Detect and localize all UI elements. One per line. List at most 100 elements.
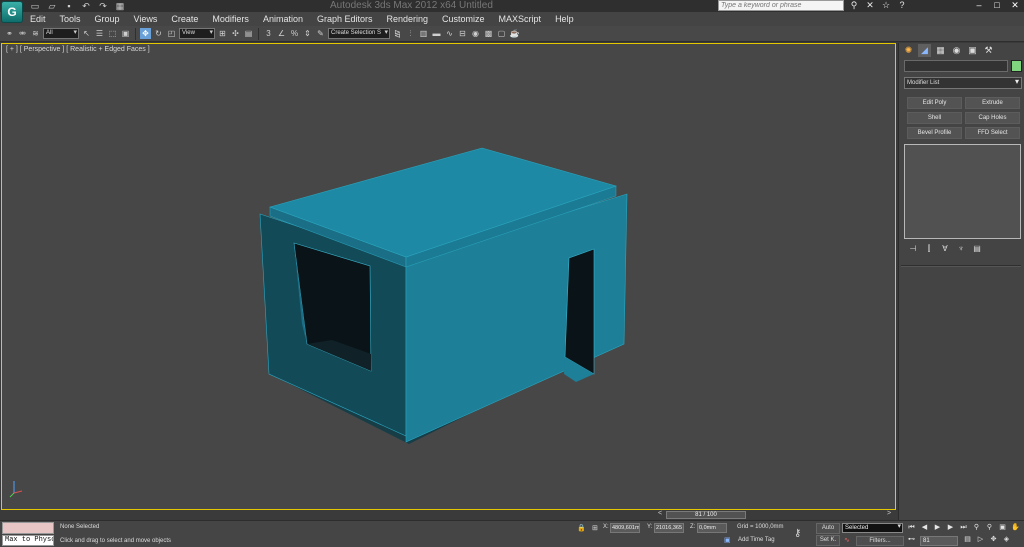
window-crossing-icon[interactable]: ▣ [120, 28, 131, 39]
link-icon[interactable]: ⚭ [4, 28, 15, 39]
maximize-viewport-icon[interactable]: ▣ [997, 523, 1008, 533]
time-slider-thumb[interactable]: 81 / 100 [666, 511, 746, 519]
select-move-icon[interactable]: ✥ [140, 28, 151, 39]
remove-modifier-icon[interactable]: ♆ [955, 243, 967, 254]
new-icon[interactable]: ▭ [28, 1, 42, 11]
app-logo[interactable]: G [1, 1, 23, 23]
maxscript-listener-output[interactable] [2, 522, 54, 534]
zoom-all-icon[interactable]: ⚲ [984, 523, 995, 533]
snaps-toggle-icon[interactable]: 3 [263, 28, 274, 39]
select-by-name-icon[interactable]: ☰ [94, 28, 105, 39]
next-frame-icon[interactable]: ▶ [945, 523, 956, 533]
edit-poly-button[interactable]: Edit Poly [907, 97, 962, 109]
key-mode-icon[interactable]: ⊷ [906, 535, 917, 545]
hierarchy-icon[interactable]: ▦ [934, 44, 947, 57]
z-coordinate-field[interactable]: 0,0mm [697, 523, 727, 533]
y-coordinate-field[interactable]: 21016,365 [654, 523, 684, 533]
open-icon[interactable]: ▱ [45, 1, 59, 11]
schematic-view-icon[interactable]: ⊟ [457, 28, 468, 39]
unlink-icon[interactable]: ⚮ [17, 28, 28, 39]
menu-edit[interactable]: Edit [30, 12, 46, 26]
current-frame-field[interactable]: 81 [920, 536, 958, 546]
render-setup-icon[interactable]: ▩ [483, 28, 494, 39]
time-slider[interactable]: < 81 / 100 > [657, 510, 897, 519]
percent-snap-icon[interactable]: % [289, 28, 300, 39]
create-icon[interactable]: ✺ [902, 44, 915, 57]
previous-frame-icon[interactable]: ◀ [919, 523, 930, 533]
maxscript-mini-listener[interactable]: Max to Physc [2, 535, 54, 546]
go-to-start-icon[interactable]: ⏮ [906, 523, 917, 533]
show-end-result-icon[interactable]: ⫿ [923, 243, 935, 254]
motion-icon[interactable]: ◉ [950, 44, 963, 57]
menu-create[interactable]: Create [171, 12, 198, 26]
menu-group[interactable]: Group [95, 12, 120, 26]
save-icon[interactable]: ▪ [62, 1, 76, 11]
pin-stack-icon[interactable]: ⊣ [907, 243, 919, 254]
viewport-general-menu[interactable]: [ + ] [6, 46, 18, 53]
x-coordinate-field[interactable]: 4809,601m [610, 523, 640, 533]
binoculars-icon[interactable]: ⚲ [848, 0, 860, 11]
zoom-icon[interactable]: ⚲ [971, 523, 982, 533]
next-frame-icon[interactable]: > [887, 510, 891, 517]
display-icon[interactable]: ▣ [966, 44, 979, 57]
close-button[interactable]: ✕ [1006, 0, 1024, 11]
graphite-ribbon-icon[interactable]: ▬ [431, 28, 442, 39]
maximize-toggle-icon[interactable]: ◈ [1001, 535, 1012, 545]
object-color-swatch[interactable] [1011, 60, 1022, 72]
modifier-list-select[interactable]: Modifier List [904, 77, 1022, 89]
cap-holes-button[interactable]: Cap Holes [965, 112, 1020, 124]
redo-icon[interactable]: ↷ [96, 1, 110, 11]
angle-snap-icon[interactable]: ∠ [276, 28, 287, 39]
auto-key-button[interactable]: Auto [816, 523, 840, 534]
manipulate-icon[interactable]: ✣ [230, 28, 241, 39]
material-editor-icon[interactable]: ◉ [470, 28, 481, 39]
prev-frame-icon[interactable]: < [658, 510, 662, 517]
perspective-viewport[interactable]: [ + ][ Perspective ][ Realistic + Edged … [1, 43, 896, 510]
time-config-icon[interactable]: ▤ [962, 535, 973, 545]
layer-manager-icon[interactable]: ▥ [418, 28, 429, 39]
key-selection-select[interactable]: Selected [842, 523, 903, 533]
utilities-icon[interactable]: ⚒ [982, 44, 995, 57]
bind-spacewarp-icon[interactable]: ≋ [30, 28, 41, 39]
object-name-field[interactable] [904, 60, 1008, 72]
undo-icon[interactable]: ↶ [79, 1, 93, 11]
menu-maxscript[interactable]: MAXScript [499, 12, 542, 26]
ffd-select-button[interactable]: FFD Select [965, 127, 1020, 139]
menu-customize[interactable]: Customize [442, 12, 485, 26]
region-select-icon[interactable]: ⬚ [107, 28, 118, 39]
menu-tools[interactable]: Tools [60, 12, 81, 26]
menu-animation[interactable]: Animation [263, 12, 303, 26]
viewport-label[interactable]: [ + ][ Perspective ][ Realistic + Edged … [6, 46, 152, 53]
shell-button[interactable]: Shell [907, 112, 962, 124]
reference-coordinate-select[interactable]: View [179, 28, 215, 39]
menu-modifiers[interactable]: Modifiers [212, 12, 249, 26]
configure-modifier-sets-icon[interactable]: ▤ [971, 243, 983, 254]
select-scale-icon[interactable]: ◰ [166, 28, 177, 39]
selection-filter-select[interactable]: All [43, 28, 79, 39]
pivot-center-icon[interactable]: ⊞ [217, 28, 228, 39]
menu-rendering[interactable]: Rendering [387, 12, 429, 26]
modifier-stack[interactable] [904, 144, 1021, 239]
communication-icon[interactable]: ✕ [864, 0, 876, 11]
project-icon[interactable]: ▦ [113, 1, 127, 11]
search-input[interactable] [718, 0, 844, 11]
menu-graph-editors[interactable]: Graph Editors [317, 12, 373, 26]
named-selection-select[interactable]: Create Selection S [328, 28, 390, 39]
select-rotate-icon[interactable]: ↻ [153, 28, 164, 39]
play-icon[interactable]: ▶ [932, 523, 943, 533]
maximize-button[interactable]: □ [988, 0, 1006, 11]
rendered-frame-icon[interactable]: ▢ [496, 28, 507, 39]
menu-help[interactable]: Help [555, 12, 574, 26]
time-tag-icon[interactable]: ▣ [724, 536, 731, 544]
set-key-button[interactable]: Set K. [816, 535, 840, 546]
orbit-icon[interactable]: ✥ [988, 535, 999, 545]
key-filters-icon[interactable]: ∿ [844, 536, 850, 544]
curve-editor-icon[interactable]: ∿ [444, 28, 455, 39]
minimize-button[interactable]: – [970, 0, 988, 11]
bevel-profile-button[interactable]: Bevel Profile [907, 127, 962, 139]
modify-icon[interactable]: ◢ [918, 44, 931, 57]
edit-named-selection-icon[interactable]: ✎ [315, 28, 326, 39]
spinner-snap-icon[interactable]: ⇕ [302, 28, 313, 39]
viewport-pov-menu[interactable]: [ Perspective ] [20, 46, 64, 53]
extrude-button[interactable]: Extrude [965, 97, 1020, 109]
